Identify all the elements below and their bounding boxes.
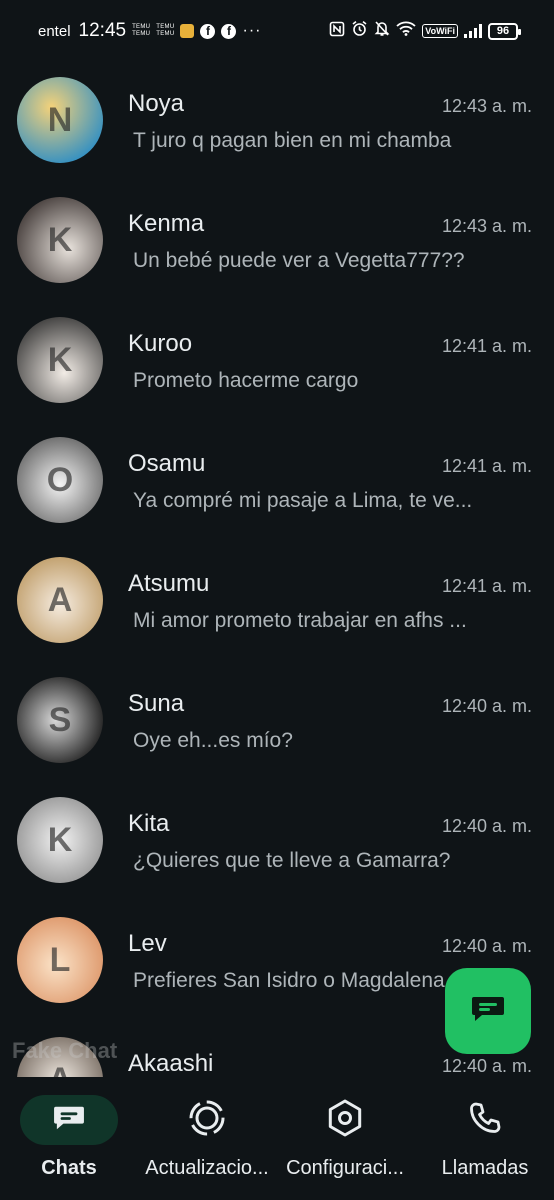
chat-last-message: Oye eh...es mío? [133, 729, 293, 752]
bottom-nav: Chats Actualizacio... Configuraci... Lla… [0, 1078, 554, 1200]
chat-row-noya[interactable]: N Noya 12:43 a. m. T juro q pagan bien e… [0, 62, 554, 182]
temu-label: TEMU [132, 24, 151, 30]
nav-calls-pill[interactable] [436, 1095, 534, 1145]
nav-updates[interactable]: Actualizacio... [138, 1078, 276, 1200]
avatar[interactable]: N [17, 77, 103, 163]
avatar-initial: N [47, 100, 73, 139]
avatar-initial: K [47, 220, 73, 259]
nav-settings-pill[interactable] [296, 1095, 394, 1145]
chat-time: 12:41 a. m. [441, 576, 532, 596]
screen: entel 12:45 TEMU TEMU TEMU TEMU f f ··· [0, 0, 554, 1200]
chat-time: 12:43 a. m. [441, 96, 532, 116]
watermark: Fake Chat [12, 1038, 118, 1063]
nav-chats-pill[interactable] [20, 1095, 118, 1145]
avatar-initial: A [47, 580, 73, 619]
chat-last-message: T juro q pagan bien en mi chamba [133, 129, 452, 152]
chat-name: Kita [128, 810, 170, 837]
status-clock: 12:45 [78, 20, 127, 41]
notification-icon [180, 24, 195, 38]
nav-settings[interactable]: Configuraci... [276, 1078, 414, 1200]
temu-label: TEMU [132, 31, 151, 37]
avatar[interactable]: K [17, 797, 103, 883]
chat-time: 12:41 a. m. [441, 456, 532, 476]
chat-last-message: Mi amor prometo trabajar en afhs ... [133, 609, 467, 632]
chat-name: Atsumu [128, 570, 210, 597]
nav-chats[interactable]: Chats [9, 1078, 129, 1200]
battery-level: 96 [496, 25, 510, 37]
facebook-icon: f [221, 23, 237, 39]
nav-chats-label: Chats [41, 1157, 97, 1179]
chat-time: 12:40 a. m. [441, 936, 532, 956]
vowifi-icon: VoWiFi [422, 24, 458, 38]
status-bar-left: entel 12:45 TEMU TEMU TEMU TEMU f f ··· [38, 20, 261, 42]
alarm-icon [351, 20, 368, 42]
chat-time: 12:40 a. m. [441, 1056, 532, 1076]
status-bar-right: VoWiFi 96 [329, 20, 521, 42]
chat-time: 12:43 a. m. [441, 216, 532, 236]
chat-name: Lev [128, 930, 167, 957]
avatar-initial: O [46, 460, 74, 499]
avatar[interactable]: K [17, 197, 103, 283]
chat-last-message: Prometo hacerme cargo [133, 369, 359, 392]
chat-name: Kuroo [128, 330, 193, 357]
nav-calls[interactable]: Llamadas [425, 1078, 545, 1200]
chat-row-suna[interactable]: S Suna 12:40 a. m. Oye eh...es mío? [0, 662, 554, 782]
avatar[interactable]: L [17, 917, 103, 1003]
avatar[interactable]: A [17, 557, 103, 643]
nav-settings-label: Configuraci... [286, 1157, 404, 1179]
gear-icon [325, 1098, 365, 1143]
chat-name: Akaashi [128, 1050, 214, 1077]
status-bar: entel 12:45 TEMU TEMU TEMU TEMU f f ··· [0, 0, 554, 62]
updates-icon [187, 1098, 227, 1143]
avatar-initial: S [48, 700, 72, 739]
battery-icon: 96 [488, 22, 521, 40]
avatar[interactable]: O [17, 437, 103, 523]
signal-icon [464, 24, 482, 38]
chat-name: Osamu [128, 450, 206, 477]
avatar-initial: L [49, 940, 71, 979]
chat-name: Suna [128, 690, 185, 717]
carrier-label: entel [38, 22, 71, 40]
avatar[interactable]: K [17, 317, 103, 403]
chat-row-kita[interactable]: K Kita 12:40 a. m. ¿Quieres que te lleve… [0, 782, 554, 902]
temu-icon: TEMU TEMU [156, 24, 174, 38]
avatar-initial: K [47, 340, 73, 379]
chat-row-kenma[interactable]: K Kenma 12:43 a. m. Un bebé puede ver a … [0, 182, 554, 302]
temu-label: TEMU [156, 24, 175, 30]
chat-last-message: ¿Quieres que te lleve a Gamarra? [133, 849, 451, 872]
new-chat-icon [470, 994, 506, 1029]
new-chat-button[interactable] [445, 968, 531, 1054]
chats-icon [52, 1104, 86, 1137]
temu-icon: TEMU TEMU [132, 24, 150, 38]
wifi-icon [396, 21, 416, 41]
chat-name: Kenma [128, 210, 205, 237]
chat-row-atsumu[interactable]: A Atsumu 12:41 a. m. Mi amor prometo tra… [0, 542, 554, 662]
chat-row-kuroo[interactable]: K Kuroo 12:41 a. m. Prometo hacerme carg… [0, 302, 554, 422]
silent-icon [374, 20, 390, 42]
nfc-icon [329, 21, 345, 42]
temu-label: TEMU [156, 31, 175, 37]
nav-calls-label: Llamadas [441, 1157, 529, 1179]
chat-time: 12:40 a. m. [441, 816, 532, 836]
chat-name: Noya [128, 90, 185, 117]
chat-row-osamu[interactable]: O Osamu 12:41 a. m. Ya compré mi pasaje … [0, 422, 554, 542]
chat-time: 12:41 a. m. [441, 336, 532, 356]
nav-updates-pill[interactable] [158, 1095, 256, 1145]
chat-list[interactable]: N Noya 12:43 a. m. T juro q pagan bien e… [0, 62, 554, 1077]
chat-last-message: Un bebé puede ver a Vegetta777?? [133, 249, 465, 272]
more-icon: ··· [242, 22, 262, 39]
phone-icon [467, 1100, 503, 1141]
chat-last-message: Ya compré mi pasaje a Lima, te ve... [133, 489, 473, 512]
nav-updates-label: Actualizacio... [145, 1157, 269, 1179]
facebook-icon: f [200, 23, 216, 39]
avatar-initial: K [47, 820, 73, 859]
chat-time: 12:40 a. m. [441, 696, 532, 716]
avatar[interactable]: S [17, 677, 103, 763]
